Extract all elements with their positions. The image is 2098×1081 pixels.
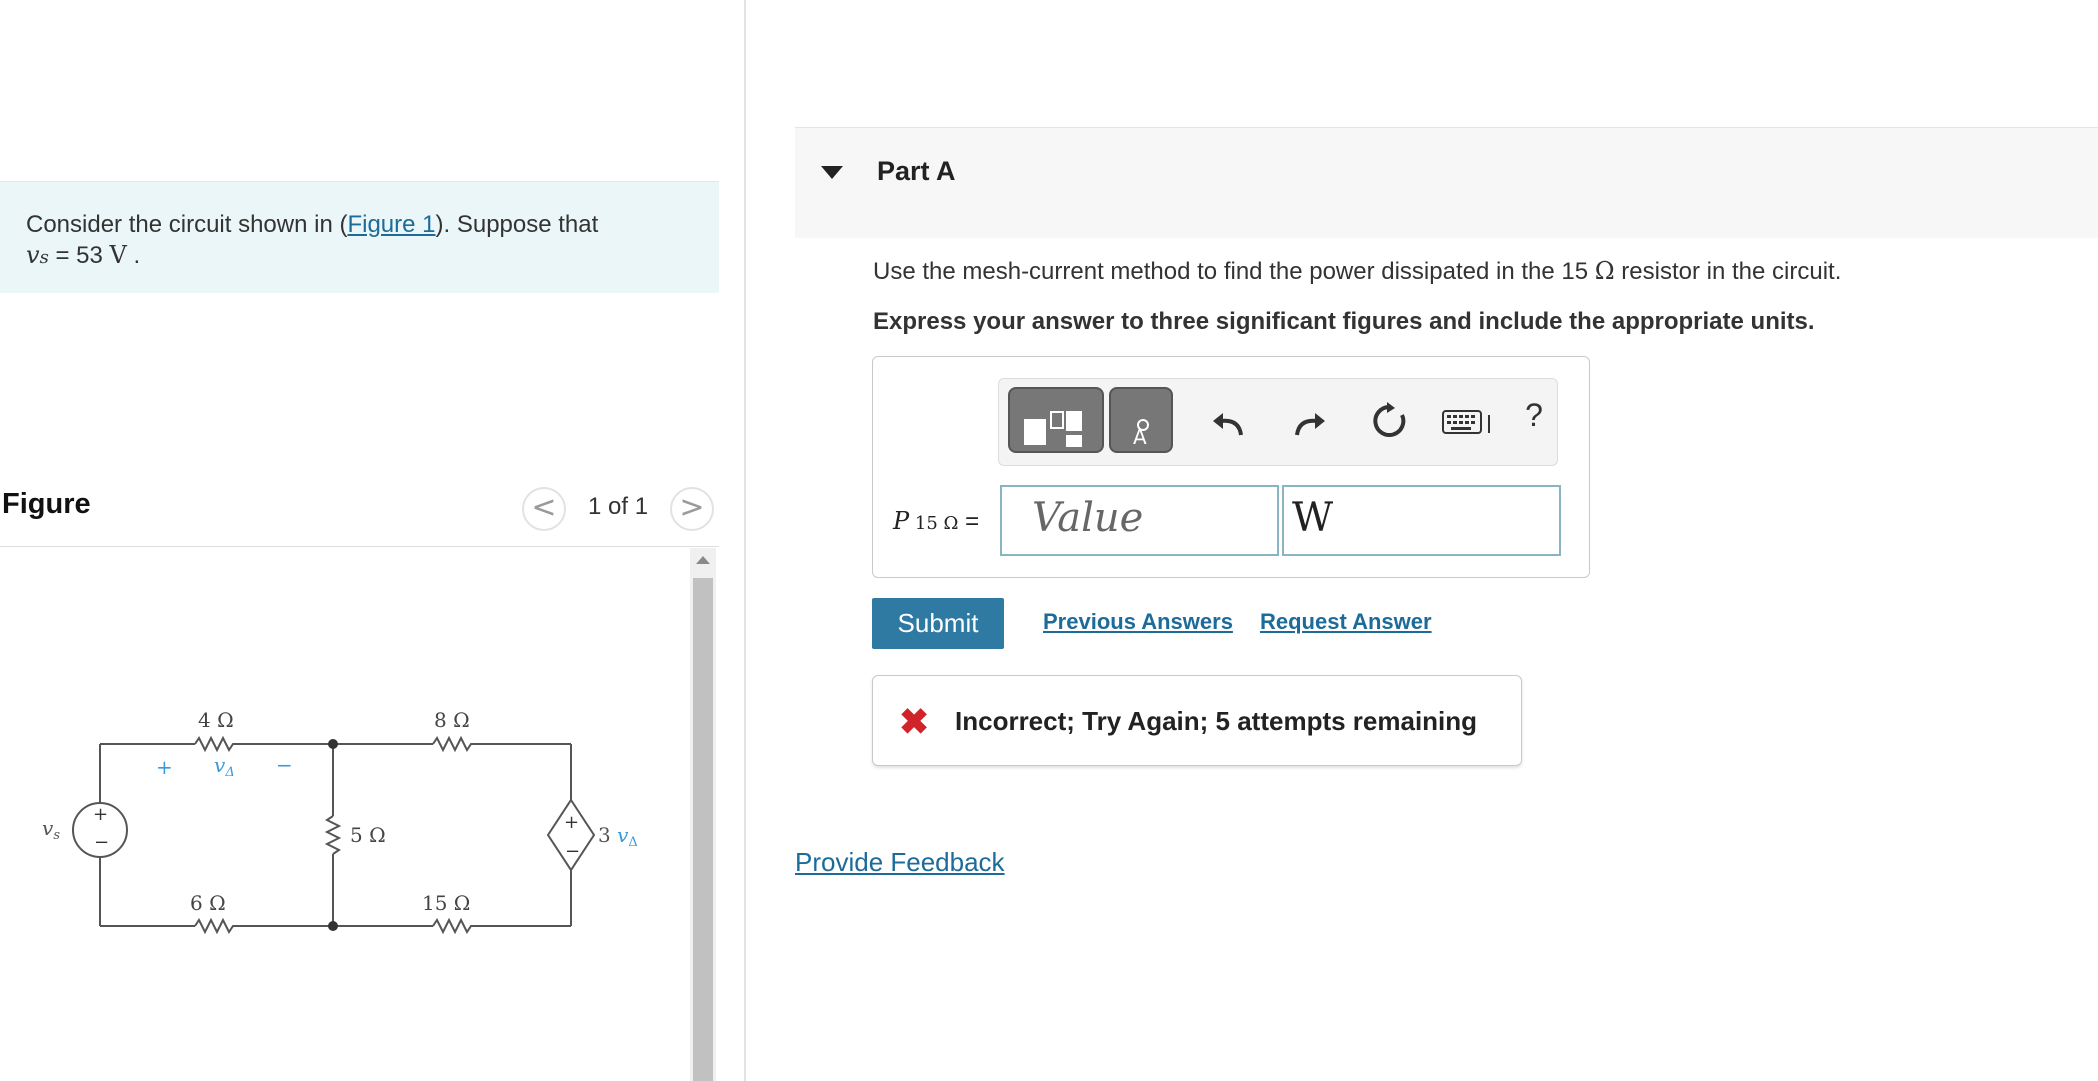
- reset-icon[interactable]: [1369, 401, 1409, 441]
- resistor-8-ohm: [432, 735, 475, 753]
- source-unit: V: [109, 241, 127, 269]
- templates-button[interactable]: [1008, 387, 1104, 453]
- templates-square-icon: [1024, 419, 1046, 445]
- circuit-diagram: + − + − 4 Ω 8 Ω 5 Ω 6 Ω 15 Ω vs + vΔ − 3…: [42, 708, 638, 935]
- label-vdelta-plus: +: [156, 755, 173, 779]
- resistor-6-ohm: [194, 917, 237, 935]
- resistor-15-ohm: [432, 917, 475, 935]
- question-omega: Ω: [1594, 257, 1615, 285]
- figure-header: Figure < 1 of 1 >: [0, 484, 719, 547]
- label-vdelta: vΔ: [214, 753, 235, 780]
- intro-period: .: [126, 242, 141, 269]
- previous-figure-button[interactable]: <: [522, 487, 566, 531]
- figure-title: Figure: [2, 488, 91, 520]
- next-figure-button[interactable]: >: [670, 487, 714, 531]
- vs-minus: −: [94, 832, 109, 853]
- intro-text: Consider the circuit shown in (: [26, 211, 348, 238]
- part-a-header[interactable]: Part A: [795, 127, 2098, 238]
- units-input[interactable]: W: [1282, 485, 1561, 556]
- feedback-box: ✖ Incorrect; Try Again; 5 attempts remai…: [872, 675, 1522, 766]
- source-symbol: v: [26, 241, 40, 269]
- answer-label: P 15 Ω =: [893, 507, 979, 536]
- request-answer-link[interactable]: Request Answer: [1260, 609, 1432, 635]
- question-before: Use the mesh-current method to find the …: [873, 258, 1595, 285]
- feedback-text: Incorrect; Try Again; 5 attempts remaini…: [955, 706, 1478, 736]
- label-r1: 4 Ω: [198, 708, 234, 732]
- provide-feedback-link[interactable]: Provide Feedback: [795, 847, 1005, 878]
- answer-equals: =: [958, 508, 980, 535]
- label-dep-source: 3 vΔ: [598, 823, 638, 850]
- symbols-button[interactable]: A: [1109, 387, 1173, 453]
- vs-plus: +: [93, 804, 108, 825]
- label-vs: vs: [42, 816, 60, 843]
- templates-fraction-bottom-icon: [1066, 435, 1082, 447]
- figure-1-link[interactable]: Figure 1: [347, 211, 435, 238]
- resistor-4-ohm: [194, 735, 237, 753]
- collapse-caret-icon[interactable]: [821, 166, 843, 179]
- left-pane: Consider the circuit shown in (Figure 1)…: [0, 0, 746, 1081]
- question-after: resistor in the circuit.: [1614, 258, 1842, 285]
- help-button[interactable]: ?: [1519, 397, 1549, 437]
- answer-subscript: 15 Ω: [909, 513, 959, 534]
- label-r3: 5 Ω: [350, 823, 386, 847]
- label-r2: 8 Ω: [434, 708, 470, 732]
- source-subscript: s: [39, 247, 49, 268]
- error-x-icon: ✖: [899, 701, 930, 742]
- dep-plus: +: [564, 812, 579, 833]
- figure-scrollbar[interactable]: [690, 548, 716, 1081]
- symbol-a-icon: A: [1133, 425, 1147, 449]
- part-title: Part A: [877, 156, 956, 186]
- answer-symbol: P: [893, 507, 910, 535]
- answer-box: A ? P 15 Ω = Value W: [872, 356, 1590, 578]
- label-vdelta-minus: −: [276, 753, 293, 777]
- problem-intro: Consider the circuit shown in (Figure 1)…: [0, 181, 719, 293]
- figure-counter: 1 of 1: [588, 493, 649, 520]
- question-text: Use the mesh-current method to find the …: [873, 257, 1841, 286]
- value-input[interactable]: Value: [1000, 485, 1279, 556]
- node-top: [328, 739, 338, 749]
- scroll-thumb[interactable]: [693, 578, 713, 1081]
- previous-answers-link[interactable]: Previous Answers: [1043, 609, 1233, 635]
- templates-box-icon: [1050, 411, 1064, 429]
- source-equals: = 53: [48, 242, 110, 269]
- resistor-5-ohm: [324, 815, 342, 855]
- undo-icon[interactable]: [1209, 401, 1249, 441]
- math-toolbar: A ?: [998, 378, 1558, 466]
- node-bottom: [328, 921, 338, 931]
- redo-icon[interactable]: [1289, 401, 1329, 441]
- label-r5: 15 Ω: [422, 891, 470, 915]
- keyboard-icon[interactable]: [1439, 401, 1499, 441]
- templates-fraction-icon: [1066, 411, 1082, 431]
- scroll-up-arrow-icon[interactable]: [696, 556, 710, 564]
- submit-button[interactable]: Submit: [872, 598, 1004, 649]
- label-r4: 6 Ω: [190, 891, 226, 915]
- dep-minus: −: [565, 841, 580, 862]
- answer-instructions: Express your answer to three significant…: [873, 308, 1815, 335]
- intro-text-after: ). Suppose that: [435, 211, 599, 238]
